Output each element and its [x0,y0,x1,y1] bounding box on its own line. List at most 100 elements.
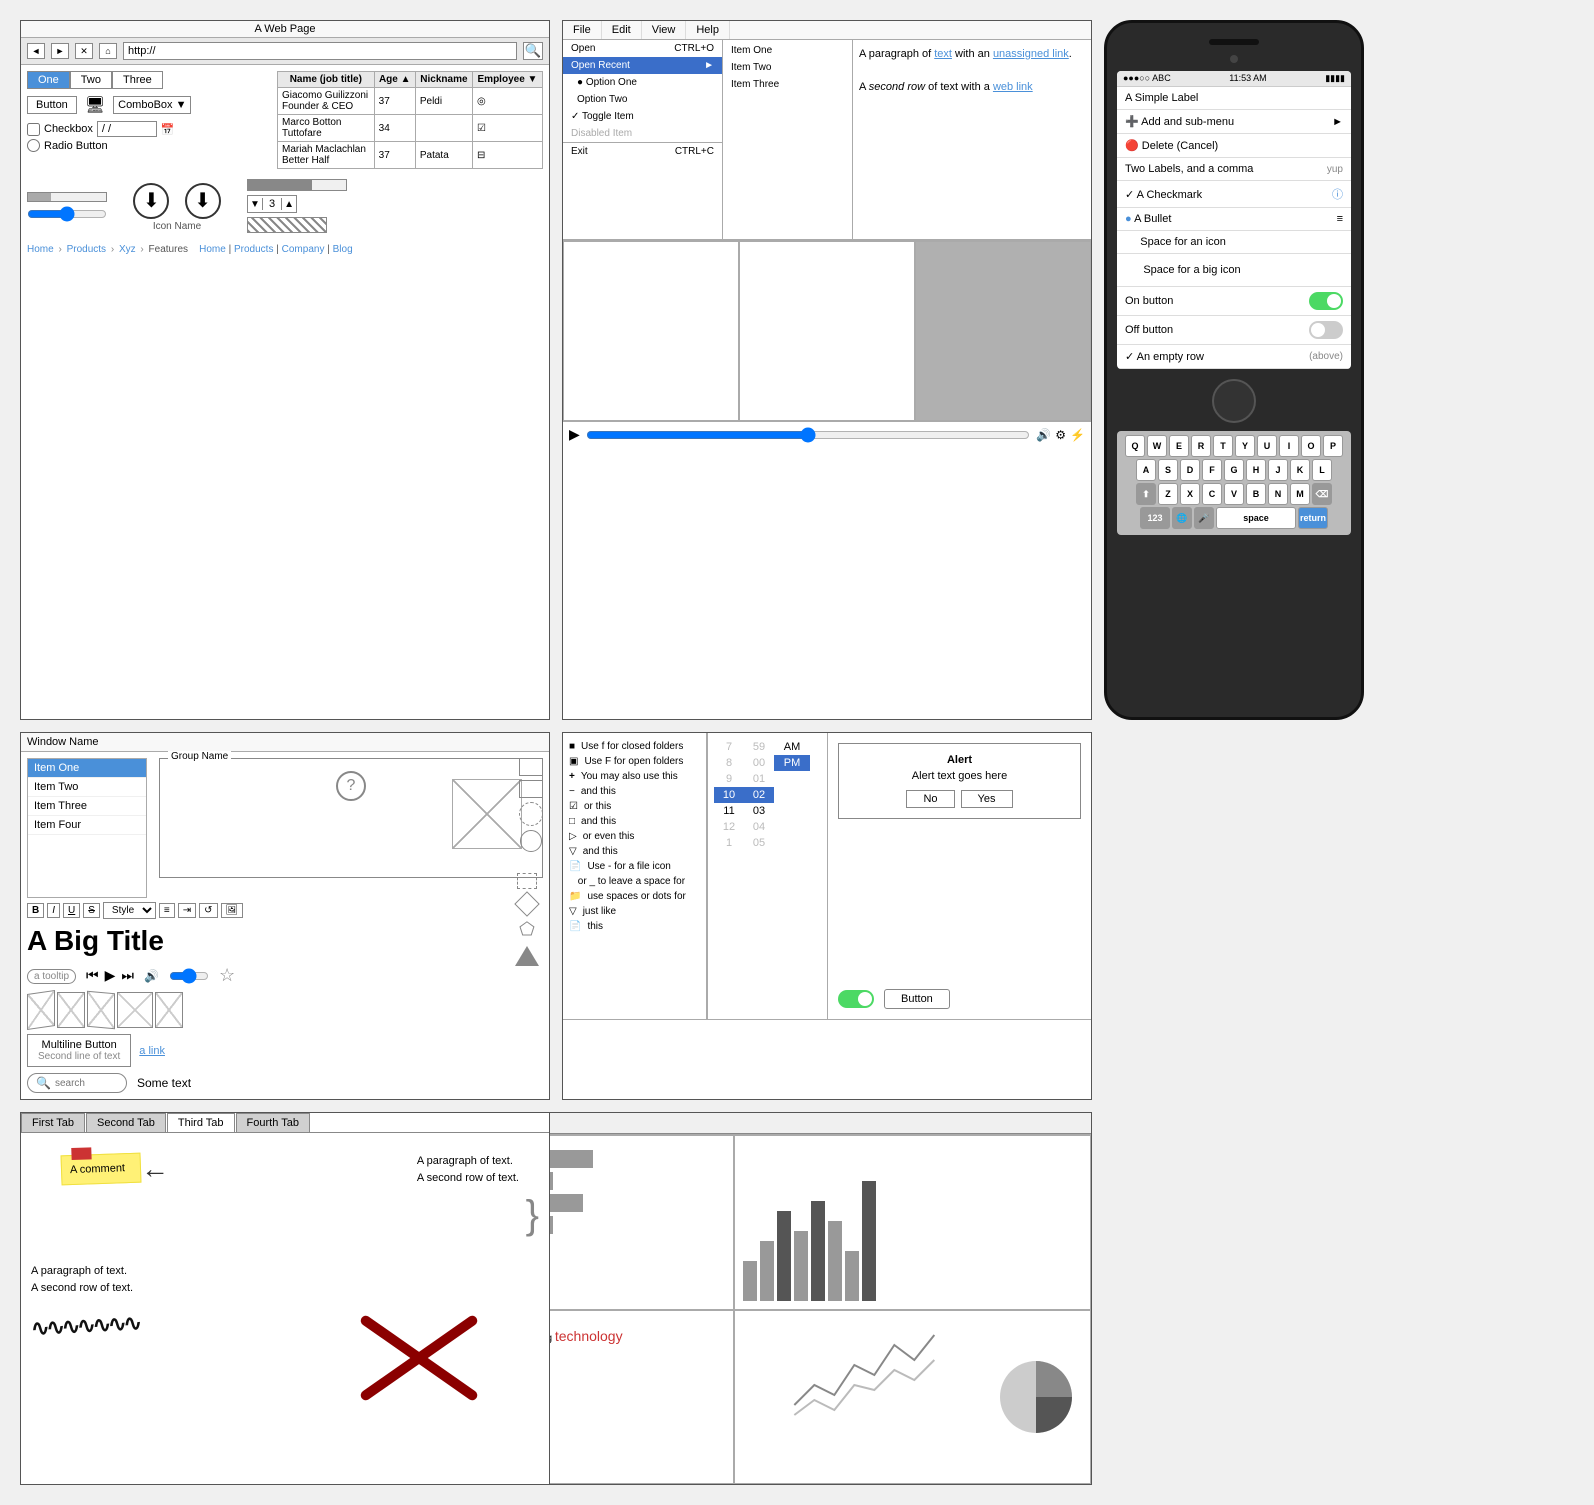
key-g[interactable]: G [1224,459,1244,481]
key-r[interactable]: R [1191,435,1211,457]
tab-one[interactable]: One [27,71,70,89]
list-button[interactable]: ≡ [159,903,175,918]
back-button[interactable]: ◄ [27,43,45,59]
bold-button[interactable]: B [27,903,44,918]
phone-home-button[interactable] [1212,379,1256,423]
link-home[interactable]: Home [199,244,226,255]
key-d[interactable]: D [1180,459,1200,481]
checkbox-input[interactable] [27,123,40,136]
home-button[interactable]: ⌂ [99,43,117,59]
menu-open-recent[interactable]: Open Recent► [563,57,722,74]
list-item-three[interactable]: Item Three [28,797,146,816]
hour-7[interactable]: 7 [714,739,744,755]
key-f[interactable]: F [1202,459,1222,481]
rewind-button[interactable]: ⏮ [86,967,99,984]
key-u[interactable]: U [1257,435,1277,457]
alert-no-button[interactable]: No [906,790,954,808]
menu-toggle[interactable]: ✓ Toggle Item [563,108,722,125]
tab-three[interactable]: Three [112,71,163,89]
breadcrumb-home[interactable]: Home [27,244,54,255]
min-02[interactable]: 02 [744,787,774,803]
submenu-item-two[interactable]: Item Two [723,59,852,76]
indent-button[interactable]: ⇥ [178,903,196,918]
list-item-two[interactable]: Item Two [28,778,146,797]
menu-option-one[interactable]: ● Option One [563,74,722,91]
settings-icon-2[interactable]: ⚡ [1070,428,1085,442]
text-input-area[interactable] [564,242,738,420]
hour-8[interactable]: 8 [714,755,744,771]
col-employee[interactable]: Employee ▼ [472,72,542,88]
key-b[interactable]: B [1246,483,1266,505]
key-space[interactable]: space [1216,507,1296,529]
menu-option-two[interactable]: Option Two [563,91,722,108]
key-p[interactable]: P [1323,435,1343,457]
stop-button[interactable]: ✕ [75,43,93,59]
download-icon-2[interactable]: ⬇ [185,183,221,219]
key-y[interactable]: Y [1235,435,1255,457]
video-progress-slider[interactable] [586,427,1031,443]
key-i[interactable]: I [1279,435,1299,457]
min-03[interactable]: 03 [744,803,774,819]
hour-9[interactable]: 9 [714,771,744,787]
calendar-icon[interactable]: 📅 [161,123,175,136]
col-age[interactable]: Age ▲ [374,72,415,88]
breadcrumb-xyz[interactable]: Xyz [119,244,136,255]
volume-slider[interactable] [169,968,209,984]
key-e[interactable]: E [1169,435,1189,457]
unassigned-link[interactable]: unassigned link [993,48,1069,60]
hour-11[interactable]: 11 [714,803,744,819]
key-a[interactable]: A [1136,459,1156,481]
menu-file[interactable]: File [563,21,602,39]
breadcrumb-products[interactable]: Products [67,244,106,255]
forward-button[interactable]: ► [51,43,69,59]
key-j[interactable]: J [1268,459,1288,481]
sketch-tab-first[interactable]: First Tab [21,1113,85,1132]
menu-exit[interactable]: ExitCTRL+C [563,142,722,160]
submenu-item-one[interactable]: Item One [723,42,852,59]
slider[interactable] [27,206,107,222]
key-m[interactable]: M [1290,483,1310,505]
italic-button[interactable]: I [47,903,60,918]
toggle-on[interactable] [1309,292,1343,310]
stepper-up[interactable]: ▲ [282,196,296,212]
hour-10[interactable]: 10 [714,787,744,803]
list-item-one[interactable]: Item One [28,759,146,778]
key-w[interactable]: W [1147,435,1167,457]
image-button[interactable]: 🖼 [221,903,244,918]
alert-yes-button[interactable]: Yes [961,790,1013,808]
min-04[interactable]: 04 [744,819,774,835]
settings-icon-1[interactable]: ⚙ [1055,428,1066,442]
volume-icon[interactable]: 🔊 [1036,428,1051,442]
key-t[interactable]: T [1213,435,1233,457]
key-c[interactable]: C [1202,483,1222,505]
key-123[interactable]: 123 [1140,507,1170,529]
toggle-switch[interactable] [838,990,874,1008]
min-59[interactable]: 59 [744,739,774,755]
am-option[interactable]: AM [774,739,810,755]
browser-search-button[interactable]: 🔍 [523,42,543,60]
menu-open[interactable]: OpenCTRL+O [563,40,722,57]
play-button[interactable]: ▶ [105,967,116,984]
phone-menu-add[interactable]: ➕ Add and sub-menu ► [1117,110,1351,134]
toggle-off[interactable] [1309,321,1343,339]
multiline-button[interactable]: Multiline Button Second line of text [27,1034,131,1067]
phone-menu-bullet[interactable]: ● A Bullet ≡ [1117,208,1351,231]
key-backspace[interactable]: ⌫ [1312,483,1332,505]
sketch-tab-third[interactable]: Third Tab [167,1113,235,1132]
key-globe[interactable]: 🌐 [1172,507,1192,529]
key-x[interactable]: X [1180,483,1200,505]
min-00[interactable]: 00 [744,755,774,771]
play-button[interactable]: ▶ [569,426,580,443]
outline-button[interactable]: Button [884,989,950,1009]
menu-edit[interactable]: Edit [602,21,642,39]
key-z[interactable]: Z [1158,483,1178,505]
phone-menu-checkmark[interactable]: ✓ A Checkmark ⓘ [1117,181,1351,208]
min-05[interactable]: 05 [744,835,774,851]
style-select[interactable]: Style [103,902,156,919]
key-n[interactable]: N [1268,483,1288,505]
submenu-item-three[interactable]: Item Three [723,76,852,93]
hour-1[interactable]: 1 [714,835,744,851]
key-s[interactable]: S [1158,459,1178,481]
key-v[interactable]: V [1224,483,1244,505]
outdent-button[interactable]: ↺ [199,903,217,918]
